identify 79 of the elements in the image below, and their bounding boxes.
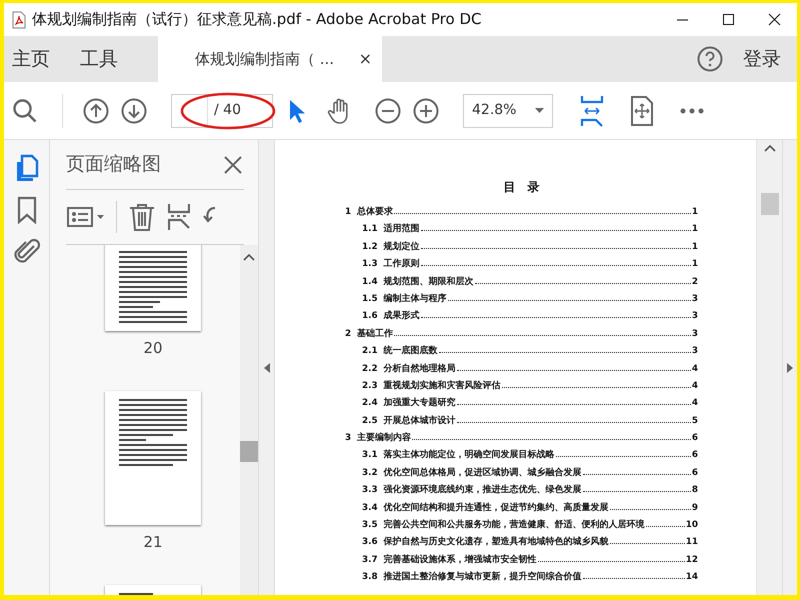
login-button[interactable]: 登录 — [733, 36, 797, 82]
close-icon — [766, 12, 782, 27]
scroll-thumb[interactable] — [760, 193, 778, 215]
page-total: / 40 — [214, 101, 241, 120]
bookmark-icon — [16, 196, 36, 224]
document-scrollbar[interactable] — [756, 140, 782, 595]
right-triangle-icon — [787, 362, 793, 372]
pdf-file-icon — [12, 10, 26, 28]
toc-entry[interactable]: 3.6 保护自然与历史文化遗存，塑造具有地域特色的城乡风貌 11 — [345, 536, 698, 554]
minus-circle-icon — [375, 98, 401, 124]
maximize-icon — [720, 12, 736, 27]
page-number-field[interactable]: / 40 — [171, 94, 273, 128]
toc-entry[interactable]: 3.7 完善基础设施体系，增强城市安全韧性 12 — [345, 554, 698, 572]
document-tab[interactable]: 体规划编制指南（ ... × — [158, 36, 382, 82]
toc-entry[interactable]: 2.3 重视规划实施和灾害风险评估 4 — [345, 380, 698, 398]
panel-title: 页面缩略图 — [66, 152, 161, 178]
toc-entry[interactable]: 2.2 分析自然地理格局 4 — [345, 362, 698, 380]
previous-page-button[interactable] — [83, 98, 109, 124]
toc-entry[interactable]: 2 基础工作 3 — [345, 328, 698, 346]
caret-icon — [535, 108, 544, 113]
insert-page-icon — [168, 203, 190, 231]
scrollbar[interactable] — [240, 245, 258, 595]
thumbnail-options-button[interactable] — [66, 205, 106, 229]
close-icon — [223, 154, 243, 174]
page-thumbnail[interactable] — [105, 245, 201, 331]
page-number-label: 21 — [143, 532, 163, 553]
pages-icon — [14, 154, 38, 182]
fit-width-button[interactable] — [579, 94, 605, 126]
toc-entry[interactable]: 1.6 成果形式 3 — [345, 310, 698, 328]
next-page-button[interactable] — [121, 98, 147, 124]
insert-page-button[interactable] — [167, 203, 191, 231]
toc-entry[interactable]: 3.5 完善公共空间和公共服务功能，营造健康、舒适、便利的人居环境 10 — [345, 519, 698, 536]
toc-entry[interactable]: 3.4 优化空间结构和提升连通性，促进节约集约、高质量发展 9 — [345, 502, 698, 520]
toc-entry[interactable]: 3.8 推进国土整治修复与城市更新，提升空间综合价值 14 — [345, 571, 698, 589]
toc-entry[interactable]: 3.2 优化空间总体格局，促进区域协调、城乡融合发展 6 — [345, 466, 698, 484]
fit-page-button[interactable] — [629, 96, 655, 126]
toc-entry[interactable]: 1.5 编制主体与程序 3 — [345, 292, 698, 310]
trash-icon — [129, 203, 155, 231]
zoom-value: 42.8% — [472, 101, 516, 120]
page-number-label: 20 — [143, 338, 163, 359]
page-thumbnail[interactable] — [105, 391, 201, 525]
toc-heading: 目 录 — [502, 179, 540, 196]
toc-entry[interactable]: 1.1 适用范围 1 — [345, 223, 698, 241]
toc-entry[interactable]: 2.1 统一底图底数 3 — [345, 345, 698, 363]
nav-tab[interactable]: 工具 — [72, 36, 130, 82]
collapse-panel-button[interactable] — [264, 362, 270, 372]
more-icon — [680, 108, 704, 114]
window-title: 体规划编制指南（试行）征求意见稿.pdf - Adobe Acrobat Pro DC — [32, 9, 482, 30]
plus-circle-icon — [413, 98, 439, 124]
toc-entry[interactable]: 3.3 强化资源环境底线约束，推进生态优先、绿色发展 8 — [345, 484, 698, 502]
zoom-in-button[interactable] — [413, 98, 439, 124]
scroll-up-icon — [243, 253, 255, 261]
search-icon — [12, 98, 38, 124]
toc-entry[interactable]: 1.4 规划范围、期限和层次 2 — [345, 276, 698, 293]
toc-entry[interactable]: 2.5 开展总体城市设计 5 — [345, 414, 698, 432]
zoom-dropdown[interactable]: 42.8% — [463, 94, 553, 128]
delete-button[interactable] — [127, 203, 157, 231]
close-panel-button[interactable] — [222, 154, 244, 174]
toc-entry[interactable]: 1.2 规划定位 1 — [345, 240, 698, 258]
tab-close-button[interactable]: × — [358, 47, 372, 71]
cursor-arrow-icon — [287, 98, 307, 124]
left-triangle-icon — [264, 362, 270, 372]
toc-entry[interactable]: 1 总体要求 1 — [345, 206, 698, 224]
toc-entry[interactable]: 3 主要编制内容 6 — [345, 432, 698, 450]
fit-page-icon — [630, 96, 654, 126]
toc-entry[interactable]: 2.4 加强重大专题研究 4 — [345, 397, 698, 415]
toc-entry[interactable]: 3.1 落实主体功能定位，明确空间发展目标战略 6 — [345, 449, 698, 467]
scroll-thumb[interactable] — [240, 441, 258, 462]
help-icon — [697, 46, 723, 72]
minimize-icon — [674, 18, 690, 20]
more-button[interactable] — [679, 108, 705, 114]
nav-tab[interactable]: 主页 — [4, 36, 62, 82]
expand-panel-button[interactable] — [787, 362, 793, 372]
toc-entry[interactable]: 1.3 工作原则 1 — [345, 258, 698, 276]
scroll-up-icon — [764, 144, 776, 152]
options-icon — [67, 205, 105, 229]
fit-width-icon — [580, 94, 604, 126]
tab-title: 体规划编制指南（ ... — [195, 48, 334, 70]
zoom-out-button[interactable] — [375, 98, 401, 124]
